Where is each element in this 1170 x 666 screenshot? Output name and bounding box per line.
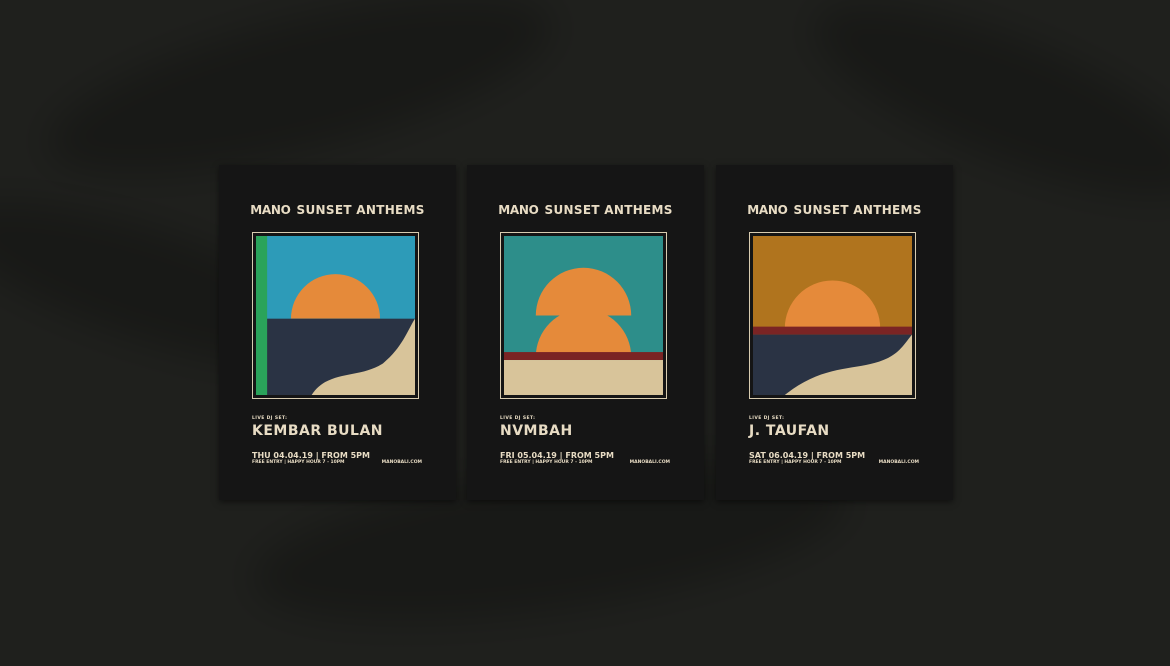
- artist-name: J. TAUFAN: [749, 423, 830, 439]
- poster-header: MANO SUNSET ANTHEMS: [467, 203, 704, 217]
- artist-name: KEMBAR BULAN: [252, 423, 384, 439]
- artist-name: NVMBAH: [500, 423, 573, 439]
- event-date: FRI 05.04.19 | FROM 5PM: [500, 451, 614, 460]
- website-link[interactable]: MANOBALI.COM: [630, 460, 670, 465]
- poster-j-taufan: MANO SUNSET ANTHEMS LIVE DJ SET: J. TAUF…: [716, 165, 953, 500]
- series-title: SUNSET ANTHEMS: [296, 203, 425, 217]
- live-dj-label: LIVE DJ SET:: [252, 416, 288, 421]
- series-title: SUNSET ANTHEMS: [793, 203, 922, 217]
- website-link[interactable]: MANOBALI.COM: [879, 460, 919, 465]
- artwork-frame: [252, 232, 419, 399]
- brand-logo: MANO: [498, 203, 539, 217]
- entry-info: FREE ENTRY | HAPPY HOUR 7 - 10PM: [749, 460, 842, 465]
- artwork-frame: [500, 232, 667, 399]
- poster-header: MANO SUNSET ANTHEMS: [219, 203, 456, 217]
- artwork-frame: [749, 232, 916, 399]
- entry-info: FREE ENTRY | HAPPY HOUR 7 - 10PM: [500, 460, 593, 465]
- poster-kembar-bulan: MANO SUNSET ANTHEMS LIVE DJ SET: KEMBAR …: [219, 165, 456, 500]
- poster-header: MANO SUNSET ANTHEMS: [716, 203, 953, 217]
- sunset-artwork: [753, 236, 912, 395]
- event-date: THU 04.04.19 | FROM 5PM: [252, 451, 370, 460]
- sunset-artwork: [256, 236, 415, 395]
- event-date: SAT 06.04.19 | FROM 5PM: [749, 451, 866, 460]
- poster-nvmbah: MANO SUNSET ANTHEMS LIVE DJ SET: NVMBAH …: [467, 165, 704, 500]
- live-dj-label: LIVE DJ SET:: [749, 416, 785, 421]
- brand-logo: MANO: [747, 203, 788, 217]
- brand-logo: MANO: [250, 203, 291, 217]
- sunset-artwork: [504, 236, 663, 395]
- entry-info: FREE ENTRY | HAPPY HOUR 7 - 10PM: [252, 460, 345, 465]
- series-title: SUNSET ANTHEMS: [544, 203, 673, 217]
- live-dj-label: LIVE DJ SET:: [500, 416, 536, 421]
- website-link[interactable]: MANOBALI.COM: [382, 460, 422, 465]
